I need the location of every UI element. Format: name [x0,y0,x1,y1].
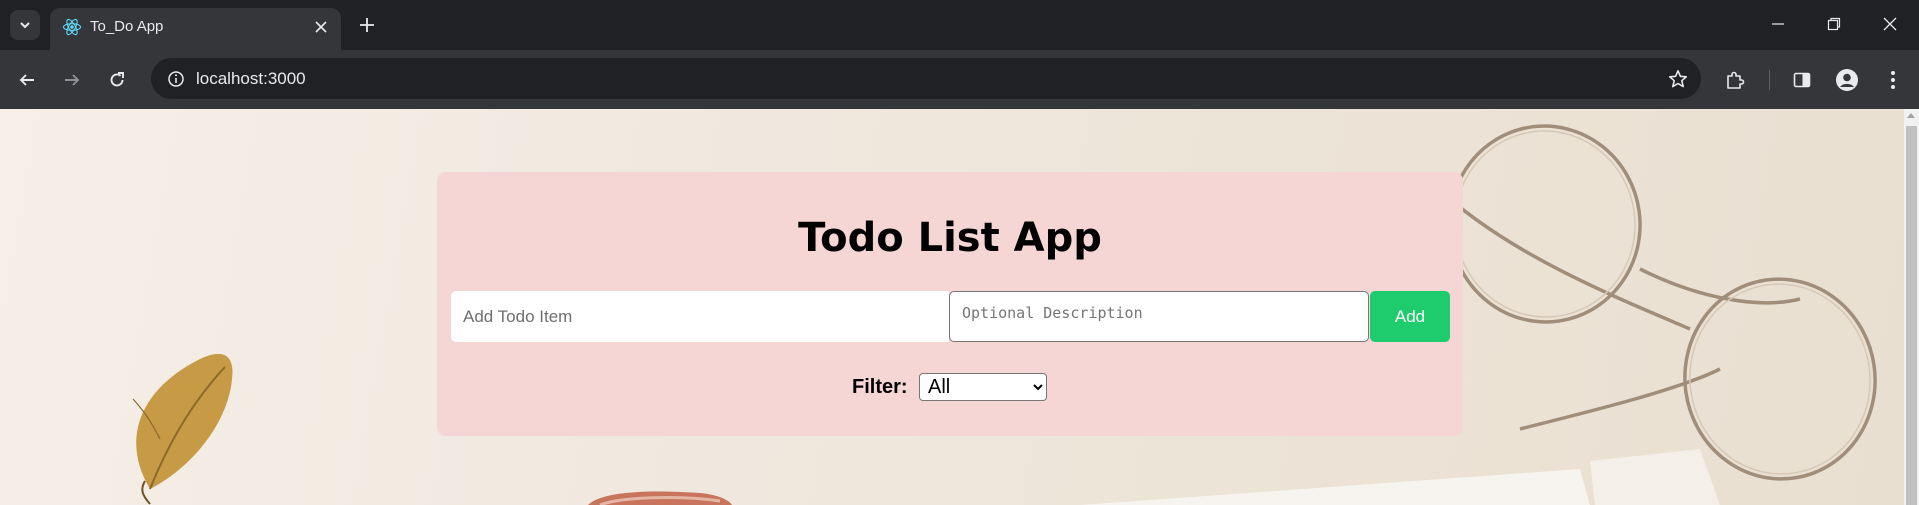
app-title: Todo List App [798,215,1102,261]
reload-button[interactable] [101,64,133,96]
reload-icon [110,72,124,87]
toolbar-separator [1769,70,1770,90]
todo-item-input[interactable] [451,291,949,342]
bookmark-button[interactable] [1663,64,1693,94]
chevron-down-icon [20,22,30,29]
address-bar[interactable]: localhost:3000 [151,58,1701,99]
arrow-right-icon [65,74,80,86]
scrollbar-thumb[interactable] [1906,126,1917,505]
add-button[interactable]: Add [1370,291,1450,342]
close-icon [315,21,327,33]
url-text[interactable]: localhost:3000 [196,69,306,89]
restore-button[interactable] [1806,0,1862,48]
browser-toolbar: localhost:3000 [0,50,1919,109]
filter-select[interactable]: All [919,373,1047,401]
tab-close-button[interactable] [310,16,332,38]
info-icon [168,71,184,87]
side-panel-icon [1793,72,1811,88]
site-info-button[interactable] [163,66,189,92]
filter-label: Filter: [852,376,908,398]
forward-button[interactable] [56,64,88,96]
back-button[interactable] [11,64,43,96]
profile-button[interactable] [1831,64,1863,96]
page-viewport: Todo List App Add Filter: All [0,109,1904,505]
browser-menu-button[interactable] [1877,64,1909,96]
browser-tab[interactable]: To_Do App [50,8,341,50]
page-scrollbar[interactable] [1904,109,1919,505]
minimize-icon [1772,23,1784,25]
new-tab-button[interactable] [352,10,382,40]
plus-icon [360,18,374,32]
description-input[interactable] [949,291,1369,342]
react-icon [62,18,82,36]
arrow-left-icon [19,74,34,86]
tab-strip: To_Do App [0,0,1919,50]
star-icon [1668,70,1688,88]
kebab-menu-icon [1891,71,1895,89]
close-icon [1883,17,1897,31]
minimize-button[interactable] [1750,0,1806,48]
puzzle-icon [1727,71,1745,89]
close-window-button[interactable] [1862,0,1918,48]
extensions-button[interactable] [1719,64,1751,96]
side-panel-button[interactable] [1786,64,1818,96]
scroll-up-arrow[interactable] [1907,113,1915,118]
tab-search-button[interactable] [10,10,40,40]
tab-title: To_Do App [90,18,164,35]
todo-card: Todo List App Add Filter: All [437,172,1463,436]
restore-icon [1827,17,1841,31]
profile-icon [1836,69,1858,91]
